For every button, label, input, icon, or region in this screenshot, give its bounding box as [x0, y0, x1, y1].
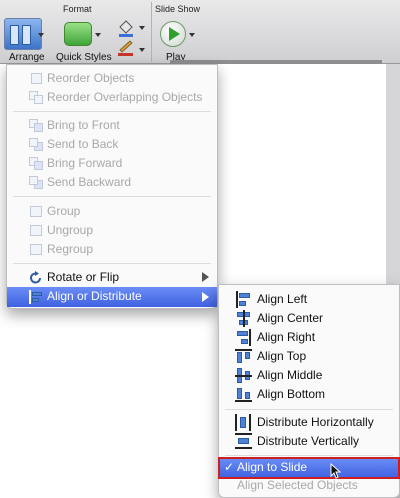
- chevron-down-icon: [139, 26, 145, 30]
- menu-item-bring-to-front[interactable]: Bring to Front: [7, 116, 217, 135]
- checkmark-icon: ✓: [224, 460, 235, 474]
- menu-item-reorder-overlapping-objects[interactable]: Reorder Overlapping Objects: [7, 88, 217, 107]
- menu-separator: [13, 263, 211, 264]
- send-backward-icon: [29, 176, 43, 189]
- pen-icon: [118, 40, 133, 56]
- slideshow-group-label: Slide Show: [155, 4, 201, 14]
- format-group-label: Format: [63, 4, 92, 14]
- menu-item-align-top[interactable]: Align Top: [219, 347, 399, 366]
- regroup-icon: [29, 243, 43, 256]
- reorder-objects-icon: [29, 72, 43, 85]
- align-submenu: Align Left Align Center Align Right Alig…: [218, 284, 400, 498]
- align-left-icon: [235, 291, 252, 308]
- menu-item-align-right[interactable]: Align Right: [219, 328, 399, 347]
- submenu-arrow-icon: [202, 272, 209, 282]
- align-center-icon: [235, 310, 252, 327]
- menu-item-align-middle[interactable]: Align Middle: [219, 366, 399, 385]
- align-distribute-icon: [29, 290, 43, 304]
- submenu-arrow-icon: [202, 292, 209, 302]
- bring-forward-icon: [29, 157, 43, 170]
- menu-item-regroup[interactable]: Regroup: [7, 240, 217, 259]
- send-to-back-icon: [29, 138, 43, 151]
- menu-item-align-bottom[interactable]: Align Bottom: [219, 385, 399, 404]
- menu-item-align-to-slide[interactable]: ✓ Align to Slide: [218, 457, 400, 479]
- menu-separator: [13, 111, 211, 112]
- ribbon-toolbar: Format Slide Show Arrange Quick Styles P…: [0, 0, 400, 64]
- menu-separator: [225, 455, 393, 456]
- menu-item-send-backward[interactable]: Send Backward: [7, 173, 217, 192]
- bring-to-front-icon: [29, 119, 43, 132]
- menu-separator: [225, 409, 393, 410]
- menu-separator: [13, 196, 211, 197]
- distribute-horizontally-icon: [235, 414, 252, 431]
- arrange-button-label: Arrange: [9, 52, 45, 63]
- menu-item-distribute-vertically[interactable]: Distribute Vertically: [219, 432, 399, 451]
- reorder-overlapping-icon: [29, 91, 43, 104]
- paint-bucket-icon: [119, 20, 133, 37]
- arrange-menu: Reorder Objects Reorder Overlapping Obje…: [6, 64, 218, 309]
- menu-item-align-or-distribute[interactable]: Align or Distribute: [7, 287, 217, 307]
- menu-item-bring-forward[interactable]: Bring Forward: [7, 154, 217, 173]
- align-middle-icon: [235, 367, 252, 384]
- menu-item-align-selected-objects[interactable]: Align Selected Objects: [219, 476, 399, 495]
- group-icon: [29, 205, 43, 218]
- rotate-icon: [29, 271, 43, 284]
- chevron-down-icon: [38, 33, 44, 37]
- menu-item-rotate-or-flip[interactable]: Rotate or Flip: [7, 268, 217, 287]
- group-divider: [151, 2, 152, 62]
- align-right-icon: [235, 329, 252, 346]
- menu-item-send-to-back[interactable]: Send to Back: [7, 135, 217, 154]
- align-bottom-icon: [235, 386, 252, 403]
- quick-styles-button-label: Quick Styles: [56, 52, 112, 63]
- quick-styles-icon: [64, 22, 92, 46]
- ungroup-icon: [29, 224, 43, 237]
- menu-item-align-center[interactable]: Align Center: [219, 309, 399, 328]
- menu-item-align-left[interactable]: Align Left: [219, 290, 399, 309]
- arrange-icon: [4, 18, 42, 50]
- menu-item-reorder-objects[interactable]: Reorder Objects: [7, 69, 217, 88]
- chevron-down-icon: [139, 48, 145, 52]
- chevron-down-icon: [95, 33, 101, 37]
- menu-item-group[interactable]: Group: [7, 202, 217, 221]
- menu-item-distribute-horizontally[interactable]: Distribute Horizontally: [219, 413, 399, 432]
- distribute-vertically-icon: [235, 433, 252, 450]
- align-top-icon: [235, 348, 252, 365]
- menu-item-ungroup[interactable]: Ungroup: [7, 221, 217, 240]
- chevron-down-icon: [189, 33, 195, 37]
